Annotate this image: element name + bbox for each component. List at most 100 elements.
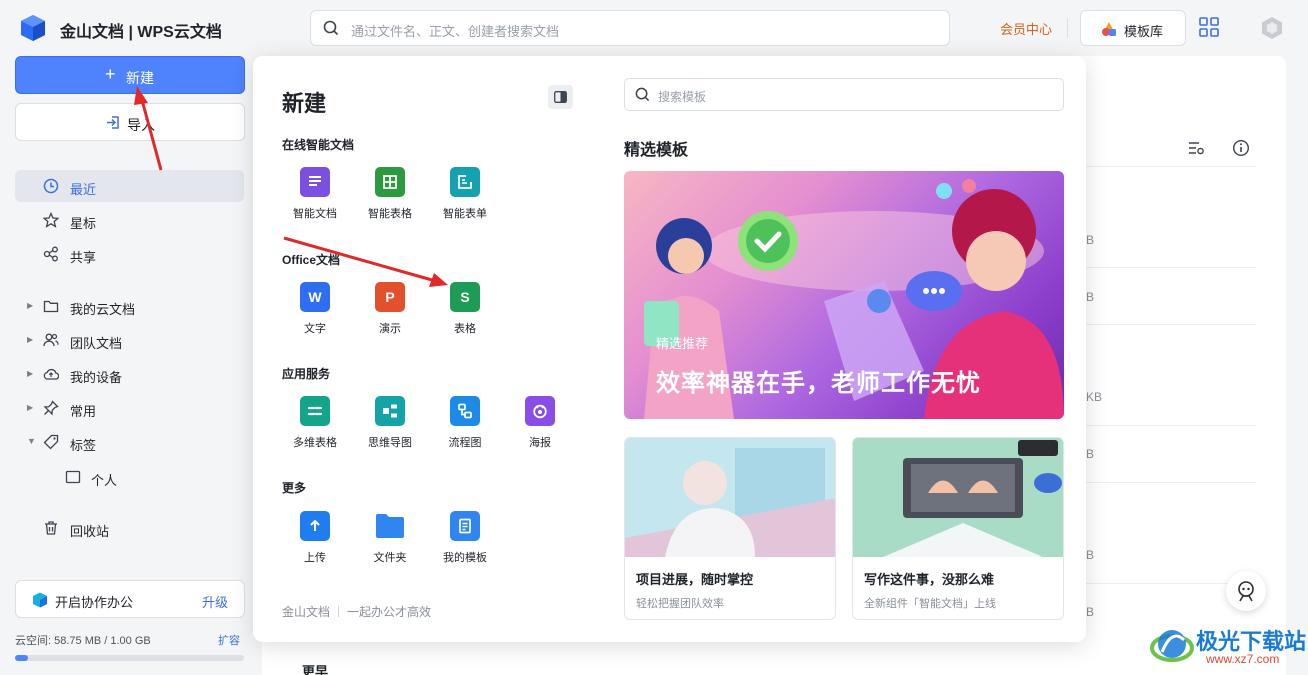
smart-doc-icon bbox=[300, 167, 330, 197]
assistant-icon bbox=[1238, 581, 1254, 602]
group-title: 在线智能文档 bbox=[282, 138, 355, 152]
expand-storage-link[interactable]: 扩容 bbox=[218, 632, 240, 648]
list-settings-icon[interactable] bbox=[1187, 139, 1205, 157]
collapse-arrow-icon[interactable]: ▼ bbox=[27, 436, 36, 446]
divider bbox=[1067, 18, 1068, 38]
my-template-icon bbox=[450, 511, 480, 541]
tile-smart-sheet[interactable]: 智能表格 bbox=[360, 167, 420, 220]
template-card-title: 写作这件事，没那么难 bbox=[864, 572, 995, 587]
sidebar-item-starred[interactable]: 星标 bbox=[15, 204, 244, 236]
sidebar-item-my-devices[interactable]: ▶ 我的设备 bbox=[15, 358, 244, 390]
sidebar-item-recent[interactable]: 最近 bbox=[15, 170, 244, 202]
popup-title: 新建 bbox=[282, 91, 327, 116]
poster-icon bbox=[525, 396, 555, 426]
footer-slogan: 一起办公才高效 bbox=[347, 605, 432, 619]
banner-tag: 精选推荐 bbox=[656, 336, 709, 351]
trash-icon bbox=[45, 521, 57, 535]
sidebar-item-trash[interactable]: 回收站 bbox=[15, 512, 244, 544]
footer-brand: 金山文档 bbox=[282, 605, 331, 619]
file-size: B bbox=[1086, 447, 1095, 461]
star-icon bbox=[43, 212, 59, 228]
featured-templates-title: 精选模板 bbox=[624, 142, 689, 159]
template-card-image bbox=[853, 438, 1063, 557]
tile-label: 上传 bbox=[304, 552, 326, 564]
tile-upload[interactable]: 上传 bbox=[285, 511, 345, 564]
tile-spreadsheet[interactable]: S 表格 bbox=[435, 282, 495, 335]
tile-poster[interactable]: 海报 bbox=[510, 396, 570, 449]
import-icon bbox=[107, 116, 119, 129]
template-card[interactable]: 项目进展，随时掌控 轻松把握团队效率 bbox=[624, 437, 836, 620]
tile-label: 我的模板 bbox=[443, 552, 487, 564]
expand-arrow-icon[interactable]: ▶ bbox=[27, 369, 33, 378]
folder-icon bbox=[375, 511, 405, 541]
sidebar-item-label: 我的设备 bbox=[70, 370, 123, 385]
row-divider bbox=[1086, 425, 1256, 426]
tile-label: 多维表格 bbox=[293, 437, 337, 449]
info-icon[interactable] bbox=[1232, 139, 1250, 157]
sidebar-toggle-icon bbox=[554, 91, 567, 103]
multi-table-icon bbox=[300, 396, 330, 426]
smart-sheet-icon bbox=[375, 167, 405, 197]
mindmap-icon bbox=[375, 396, 405, 426]
upload-icon bbox=[300, 511, 330, 541]
file-size: KB bbox=[1086, 390, 1103, 404]
plus-icon: + bbox=[105, 64, 116, 84]
import-button[interactable]: 导入 bbox=[15, 103, 245, 141]
tile-label: 智能表格 bbox=[368, 208, 412, 220]
group-title: 更多 bbox=[282, 481, 307, 495]
watermark-url: www.xz7.com bbox=[1206, 652, 1280, 666]
sidebar-item-label: 个人 bbox=[91, 473, 118, 488]
cloud-icon bbox=[43, 368, 59, 380]
tile-presentation[interactable]: P 演示 bbox=[360, 282, 420, 335]
tile-flowchart[interactable]: 流程图 bbox=[435, 396, 495, 449]
tile-multi-table[interactable]: 多维表格 bbox=[285, 396, 345, 449]
storage-usage-text: 云空间: 58.75 MB / 1.00 GB bbox=[15, 635, 151, 647]
vip-center-link[interactable]: 会员中心 bbox=[1000, 19, 1052, 38]
global-search[interactable]: 通过文件名、正文、创建者搜索文档 bbox=[310, 10, 950, 46]
upgrade-link[interactable]: 升级 bbox=[202, 592, 228, 611]
sidebar-item-shared[interactable]: 共享 bbox=[15, 238, 244, 270]
tile-label: 思维导图 bbox=[368, 437, 412, 449]
group-title: Office文档 bbox=[282, 253, 341, 267]
tile-smart-form[interactable]: 智能表单 bbox=[435, 167, 495, 220]
tile-smart-doc[interactable]: 智能文档 bbox=[285, 167, 345, 220]
search-placeholder: 通过文件名、正文、创建者搜索文档 bbox=[351, 24, 560, 39]
user-avatar-icon[interactable] bbox=[1260, 16, 1284, 40]
sidebar-item-personal-tag[interactable]: 个人 bbox=[15, 461, 244, 493]
panel-toggle-button[interactable] bbox=[548, 85, 573, 109]
sidebar-item-frequent[interactable]: ▶ 常用 bbox=[15, 392, 244, 424]
flowchart-icon bbox=[450, 396, 480, 426]
template-card-title: 项目进展，随时掌控 bbox=[636, 572, 754, 587]
sidebar-item-tags[interactable]: ▼ 标签 bbox=[15, 426, 244, 458]
expand-arrow-icon[interactable]: ▶ bbox=[27, 335, 33, 344]
import-button-label: 导入 bbox=[127, 117, 155, 133]
tile-mindmap[interactable]: 思维导图 bbox=[360, 396, 420, 449]
featured-banner[interactable]: 精选推荐 效率神器在手，老师工作无忧 bbox=[624, 171, 1064, 419]
template-card[interactable]: 写作这件事，没那么难 全新组件「智能文档」上线 bbox=[852, 437, 1064, 620]
tile-folder[interactable]: 文件夹 bbox=[360, 511, 420, 564]
new-document-popup: 新建 在线智能文档 智能文档 智能表格 智能表单 Office文档 W 文字 P… bbox=[253, 56, 1086, 642]
new-button[interactable]: + 新建 bbox=[15, 56, 245, 94]
smart-form-icon bbox=[450, 167, 480, 197]
tile-label: 流程图 bbox=[448, 437, 482, 449]
footer-divider bbox=[338, 606, 340, 617]
new-button-label: 新建 bbox=[126, 70, 154, 86]
sidebar-item-label: 常用 bbox=[70, 404, 97, 419]
expand-arrow-icon[interactable]: ▶ bbox=[27, 301, 33, 310]
template-library-button[interactable]: 模板库 bbox=[1080, 10, 1186, 46]
sidebar-item-my-cloud-docs[interactable]: ▶ 我的云文档 bbox=[15, 290, 244, 322]
apps-grid-icon[interactable] bbox=[1199, 17, 1219, 37]
tile-label: 文字 bbox=[304, 323, 326, 335]
collaboration-banner[interactable]: 开启协作办公 升级 bbox=[15, 580, 245, 618]
storage-progress-fill bbox=[15, 655, 29, 661]
tile-my-template[interactable]: 我的模板 bbox=[435, 511, 495, 564]
expand-arrow-icon[interactable]: ▶ bbox=[27, 403, 33, 412]
storage-progress-bar bbox=[15, 655, 244, 661]
template-card-subtitle: 全新组件「智能文档」上线 bbox=[864, 598, 996, 610]
sidebar-item-label: 标签 bbox=[70, 438, 97, 453]
assistant-button[interactable] bbox=[1226, 571, 1266, 611]
template-search-input[interactable]: 搜索模板 bbox=[624, 78, 1064, 111]
tile-word[interactable]: W 文字 bbox=[285, 282, 345, 335]
sidebar-item-label: 共享 bbox=[70, 250, 97, 265]
sidebar-item-team-docs[interactable]: ▶ 团队文档 bbox=[15, 324, 244, 356]
